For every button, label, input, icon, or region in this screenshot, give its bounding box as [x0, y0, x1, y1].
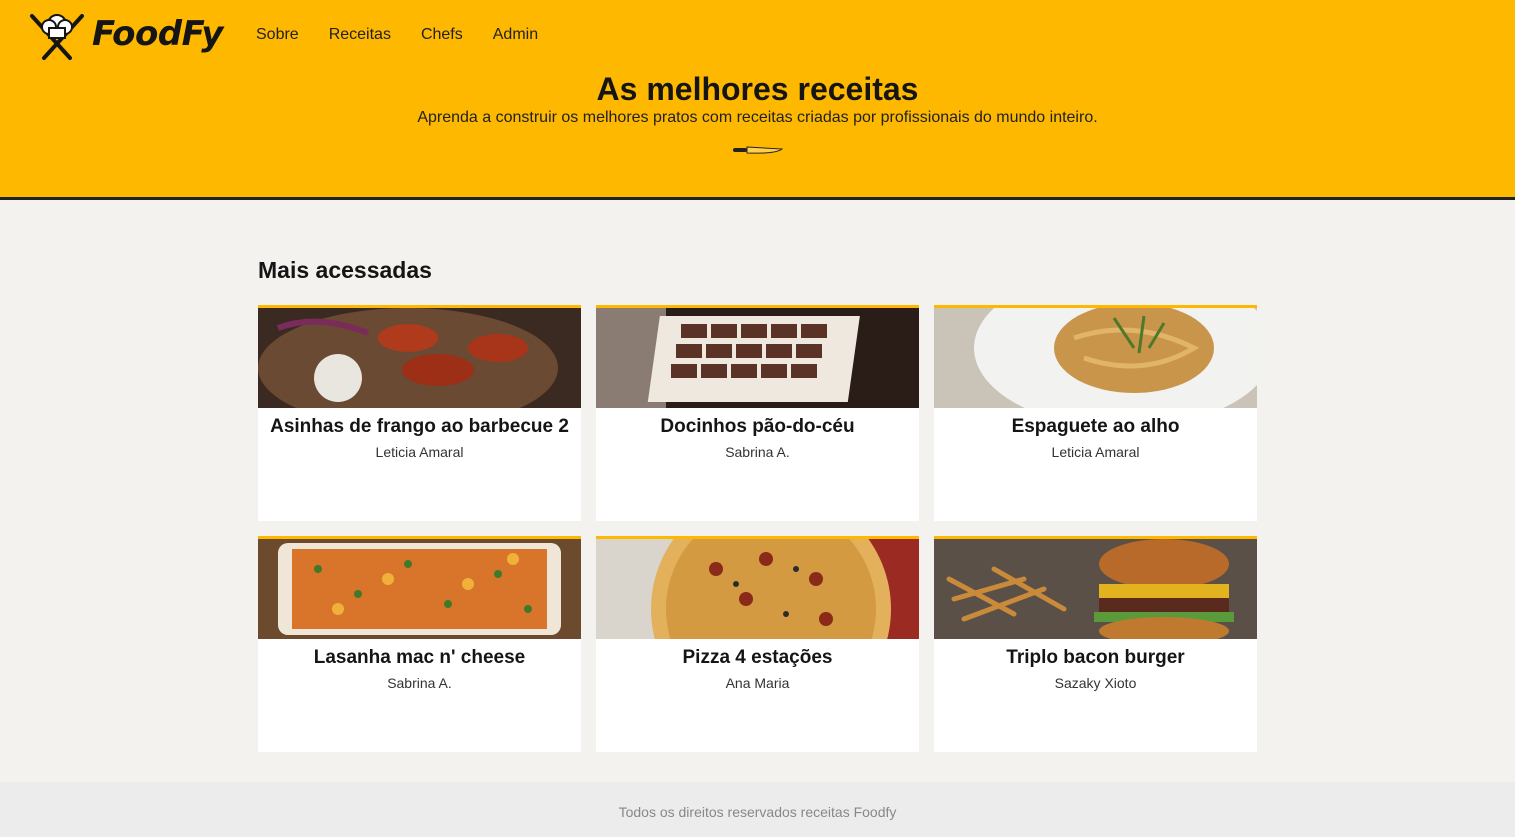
logo-text: FoodFy: [92, 14, 223, 54]
recipe-author: Sabrina A.: [387, 675, 452, 691]
nav-admin[interactable]: Admin: [493, 24, 538, 46]
recipe-grid: Asinhas de frango ao barbecue 2 Leticia …: [258, 305, 1257, 752]
recipe-title: Espaguete ao alho: [1011, 416, 1180, 437]
recipe-card[interactable]: Pizza 4 estações Ana Maria: [596, 536, 919, 752]
logo[interactable]: FoodFy: [26, 6, 223, 62]
pizza-photo: [596, 539, 919, 639]
site-header: FoodFy Sobre Receitas Chefs Admin As mel…: [0, 0, 1515, 200]
chicken-wings-photo: [258, 308, 581, 408]
chocolate-box-photo: [596, 308, 919, 408]
site-footer: Todos os direitos reservados receitas Fo…: [0, 782, 1515, 837]
recipe-title: Lasanha mac n' cheese: [313, 647, 526, 668]
recipe-card[interactable]: Asinhas de frango ao barbecue 2 Leticia …: [258, 305, 581, 521]
recipe-author: Sabrina A.: [725, 444, 790, 460]
chef-knives-icon: [30, 14, 84, 60]
hero-title: As melhores receitas: [596, 71, 919, 107]
recipe-author: Sazaky Xioto: [1054, 675, 1137, 691]
hero-subtitle: Aprenda a construir os melhores pratos c…: [417, 109, 1098, 126]
recipe-title: Pizza 4 estações: [682, 647, 833, 668]
recipe-author: Ana Maria: [725, 675, 790, 691]
recipe-author: Leticia Amaral: [1051, 444, 1140, 460]
main-nav: Sobre Receitas Chefs Admin: [256, 24, 568, 46]
recipe-card[interactable]: Espaguete ao alho Leticia Amaral: [934, 305, 1257, 521]
spaghetti-photo: [934, 308, 1257, 408]
recipe-card[interactable]: Docinhos pão-do-céu Sabrina A.: [596, 305, 919, 521]
recipe-card[interactable]: Lasanha mac n' cheese Sabrina A.: [258, 536, 581, 752]
recipe-title: Docinhos pão-do-céu: [660, 416, 855, 437]
nav-chefs[interactable]: Chefs: [421, 24, 463, 46]
recipe-card[interactable]: Triplo bacon burger Sazaky Xioto: [934, 536, 1257, 752]
knife-icon: [733, 146, 784, 154]
nav-receitas[interactable]: Receitas: [329, 24, 391, 46]
burger-photo: [934, 539, 1257, 639]
recipe-author: Leticia Amaral: [375, 444, 464, 460]
lasagna-photo: [258, 539, 581, 639]
recipe-title: Asinhas de frango ao barbecue 2: [270, 416, 569, 437]
recipe-title: Triplo bacon burger: [1006, 647, 1185, 668]
section-title: Mais acessadas: [258, 257, 432, 283]
footer-text: Todos os direitos reservados receitas Fo…: [618, 804, 897, 820]
nav-sobre[interactable]: Sobre: [256, 24, 299, 46]
